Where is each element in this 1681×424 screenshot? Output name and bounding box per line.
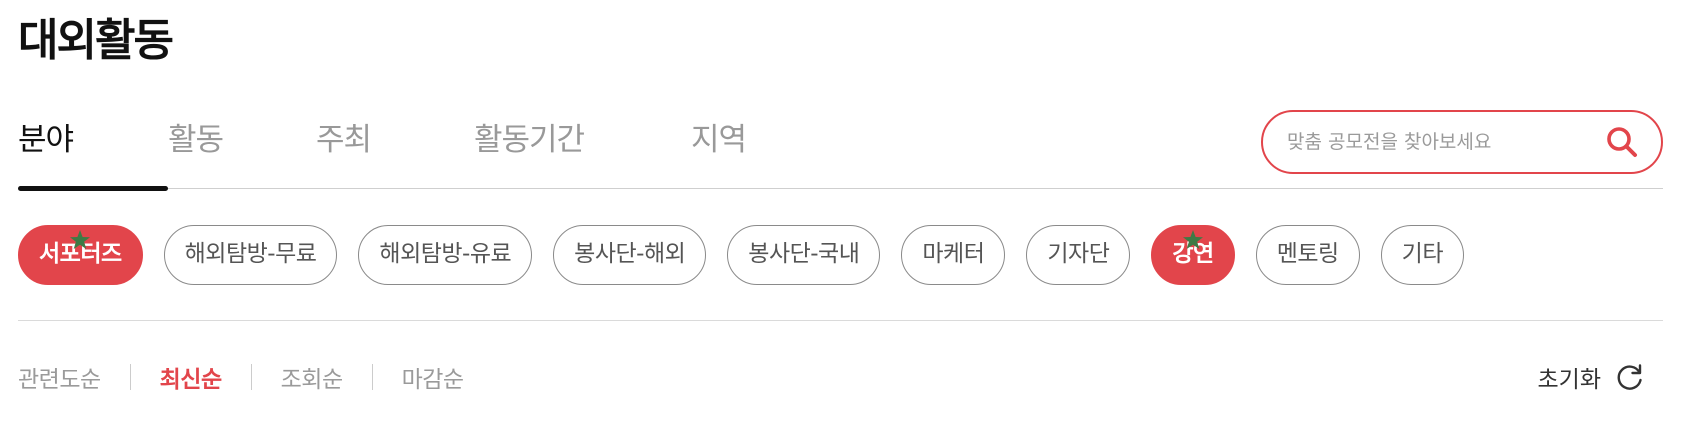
category-chip[interactable]: 멘토링 bbox=[1255, 225, 1360, 285]
star-icon bbox=[69, 215, 91, 249]
category-chip[interactable]: 마케터 bbox=[901, 225, 1006, 285]
star-icon bbox=[1182, 215, 1204, 249]
tab-host[interactable]: 주최 bbox=[316, 100, 474, 189]
category-chip[interactable]: 서포터즈 bbox=[18, 225, 143, 285]
page-title: 대외활동 bbox=[18, 15, 174, 66]
activity-filter-page: 대외활동 분야 활동 주최 활동기간 지역 서포터즈 해외탐방-무료 해외탐방-유료… bbox=[0, 0, 1681, 424]
tab-field[interactable]: 분야 bbox=[18, 100, 168, 191]
category-chip-label: 멘토링 bbox=[1276, 241, 1339, 267]
category-chip-label: 기타 bbox=[1401, 241, 1444, 267]
filter-tabs-bar: 분야 활동 주최 활동기간 지역 bbox=[18, 100, 1663, 191]
refresh-icon bbox=[1615, 362, 1645, 392]
tab-period[interactable]: 활동기간 bbox=[474, 100, 691, 189]
reset-label: 초기화 bbox=[1537, 367, 1601, 393]
category-chip[interactable]: 해외탐방-무료 bbox=[163, 225, 338, 285]
category-chips: 서포터즈 해외탐방-무료 해외탐방-유료 봉사단-해외 봉사단-국내 마케터 기자단 강연 멘토… bbox=[18, 225, 1464, 285]
category-chip[interactable]: 봉사단-해외 bbox=[553, 225, 707, 285]
category-chip-label: 해외탐방-무료 bbox=[184, 241, 317, 267]
search-box bbox=[1261, 110, 1663, 174]
filter-tabs: 분야 활동 주최 활동기간 지역 bbox=[18, 100, 781, 191]
category-chip-label: 기자단 bbox=[1047, 241, 1110, 267]
search-icon[interactable] bbox=[1605, 125, 1639, 159]
category-chip[interactable]: 강연 bbox=[1151, 225, 1235, 285]
category-chip[interactable]: 해외탐방-유료 bbox=[358, 225, 533, 285]
category-chips-bar: 서포터즈 해외탐방-무료 해외탐방-유료 봉사단-해외 봉사단-국내 마케터 기자단 강연 멘토… bbox=[18, 189, 1663, 321]
category-chip-label: 봉사단-해외 bbox=[574, 241, 686, 267]
sort-divider bbox=[250, 364, 252, 390]
search-input[interactable] bbox=[1287, 131, 1605, 153]
reset-button[interactable]: 초기화 bbox=[1538, 352, 1645, 402]
sort-divider bbox=[129, 364, 131, 390]
sort-deadline[interactable]: 마감순 bbox=[402, 360, 464, 394]
tab-region[interactable]: 지역 bbox=[691, 100, 781, 189]
sort-options: 관련도순 최신순 조회순 마감순 bbox=[18, 352, 464, 402]
category-chip-label: 봉사단-국내 bbox=[748, 241, 860, 267]
category-chip-label: 마케터 bbox=[922, 241, 985, 267]
sort-views[interactable]: 조회순 bbox=[281, 360, 343, 394]
sort-bar: 관련도순 최신순 조회순 마감순 초기화 bbox=[18, 352, 1663, 402]
category-chip[interactable]: 기자단 bbox=[1026, 225, 1131, 285]
tab-activity[interactable]: 활동 bbox=[168, 100, 316, 189]
category-chip[interactable]: 봉사단-국내 bbox=[727, 225, 881, 285]
category-chip-label: 해외탐방-유료 bbox=[379, 241, 512, 267]
sort-latest[interactable]: 최신순 bbox=[160, 360, 222, 394]
sort-relevance[interactable]: 관련도순 bbox=[18, 360, 101, 394]
sort-divider bbox=[371, 364, 373, 390]
category-chip[interactable]: 기타 bbox=[1380, 225, 1464, 285]
